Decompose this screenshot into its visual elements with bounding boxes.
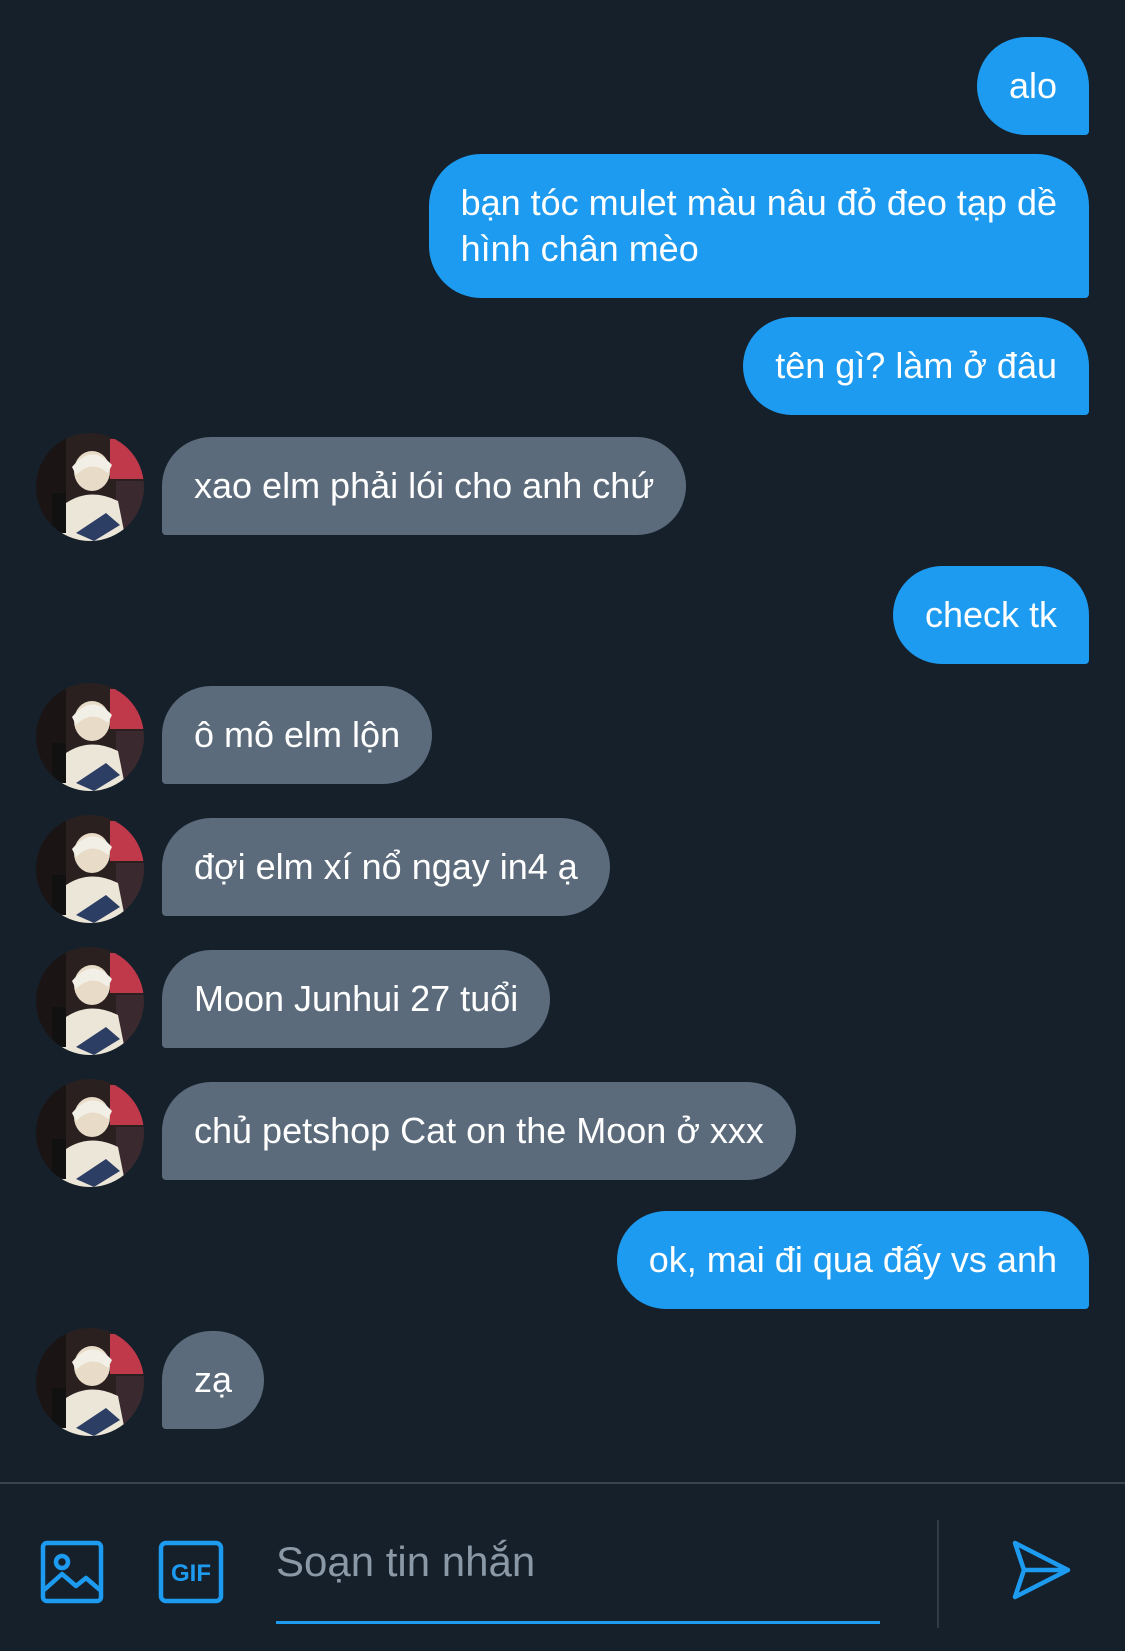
message-bubble-incoming[interactable]: đợi elm xí nổ ngay in4 ạ (162, 818, 610, 916)
send-icon[interactable] (1010, 1538, 1072, 1607)
avatar[interactable] (36, 683, 144, 791)
message-bubble-incoming[interactable]: Moon Junhui 27 tuổi (162, 950, 551, 1048)
message-bubble-outgoing[interactable]: alo (976, 37, 1089, 135)
composer-divider (937, 1520, 939, 1628)
avatar[interactable] (36, 815, 144, 923)
message-input[interactable]: Soạn tin nhắn (276, 1514, 880, 1624)
message-bubble-incoming[interactable]: ô mô elm lộn (162, 686, 433, 784)
message-bubble-outgoing[interactable]: ok, mai đi qua đấy vs anh (616, 1211, 1089, 1309)
message-composer: GIF Soạn tin nhắn (0, 1482, 1125, 1651)
avatar[interactable] (36, 947, 144, 1055)
avatar[interactable] (36, 433, 144, 541)
message-input-placeholder: Soạn tin nhắn (276, 1538, 536, 1585)
message-bubble-outgoing[interactable]: check tk (892, 566, 1089, 664)
message-bubble-incoming[interactable]: chủ petshop Cat on the Moon ở xxx (162, 1082, 796, 1180)
message-bubble-incoming[interactable]: zạ (162, 1331, 265, 1429)
svg-text:GIF: GIF (171, 1560, 211, 1587)
avatar[interactable] (36, 1079, 144, 1187)
message-bubble-incoming[interactable]: xao elm phải lói cho anh chứ (162, 437, 687, 535)
message-bubble-outgoing[interactable]: bạn tóc mulet màu nâu đỏ đeo tạp dề hình… (428, 154, 1089, 298)
message-thread: alo bạn tóc mulet màu nâu đỏ đeo tạp dề … (0, 0, 1125, 1482)
message-bubble-outgoing[interactable]: tên gì? làm ở đâu (743, 317, 1089, 415)
avatar[interactable] (36, 1328, 144, 1436)
gif-icon[interactable]: GIF (158, 1540, 224, 1609)
image-icon[interactable] (40, 1540, 104, 1609)
